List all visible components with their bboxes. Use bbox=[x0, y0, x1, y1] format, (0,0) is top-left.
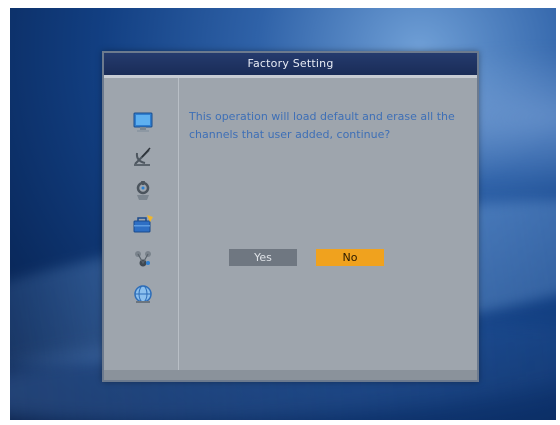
monitor-icon[interactable] bbox=[132, 111, 154, 133]
network-icon[interactable] bbox=[132, 247, 154, 269]
dialog-title: Factory Setting bbox=[104, 53, 477, 75]
toolbox-icon[interactable] bbox=[132, 213, 154, 235]
yes-button[interactable]: Yes bbox=[229, 249, 297, 266]
dialog-footer-strip bbox=[104, 370, 477, 380]
confirmation-message: This operation will load default and era… bbox=[189, 110, 455, 141]
menu-sidebar bbox=[104, 78, 179, 370]
factory-setting-dialog: Factory Setting This operation will load… bbox=[102, 51, 479, 382]
tv-screen: Factory Setting This operation will load… bbox=[10, 8, 556, 420]
no-button[interactable]: No bbox=[316, 249, 384, 266]
satellite-dish-icon[interactable] bbox=[132, 145, 154, 167]
tools-icon[interactable] bbox=[132, 179, 154, 201]
globe-icon[interactable] bbox=[132, 283, 154, 305]
